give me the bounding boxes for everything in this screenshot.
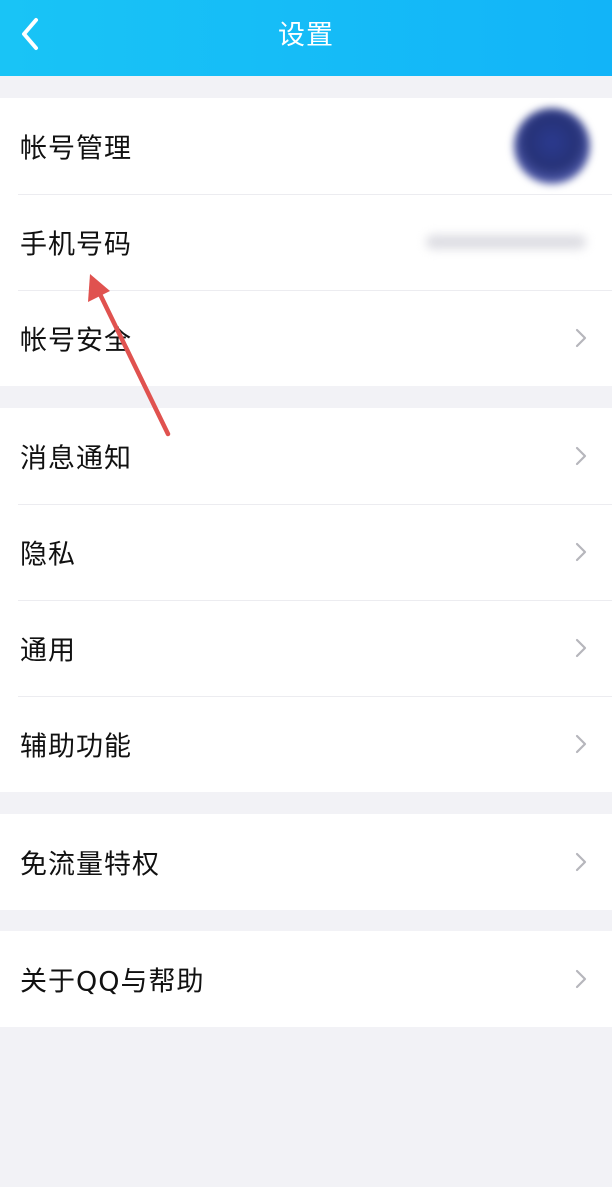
account-security-row[interactable]: 帐号安全 — [0, 290, 612, 386]
general-row[interactable]: 通用 — [0, 600, 612, 696]
row-label: 辅助功能 — [20, 731, 132, 763]
row-label: 免流量特权 — [20, 849, 160, 881]
phone-number-value-blurred — [426, 235, 586, 249]
row-label: 关于QQ与帮助 — [20, 966, 205, 998]
row-label: 帐号管理 — [20, 133, 132, 165]
row-label: 帐号安全 — [20, 325, 132, 357]
title-bar: 设置 — [0, 0, 612, 76]
chevron-right-icon — [575, 638, 587, 658]
chevron-right-icon — [575, 734, 587, 754]
phone-number-row[interactable]: 手机号码 — [0, 194, 612, 290]
settings-group-about: 关于QQ与帮助 — [0, 931, 612, 1027]
settings-group-general: 消息通知 隐私 通用 辅助功能 — [0, 408, 612, 792]
page-title: 设置 — [278, 20, 334, 51]
privacy-row[interactable]: 隐私 — [0, 504, 612, 600]
row-label: 消息通知 — [20, 443, 132, 475]
account-management-row[interactable]: 帐号管理 — [0, 98, 612, 194]
accessibility-row[interactable]: 辅助功能 — [0, 696, 612, 792]
row-label: 通用 — [20, 635, 76, 667]
avatar — [514, 108, 590, 184]
row-label: 手机号码 — [20, 229, 132, 261]
notifications-row[interactable]: 消息通知 — [0, 408, 612, 504]
chevron-right-icon — [575, 446, 587, 466]
chevron-right-icon — [575, 852, 587, 872]
chevron-right-icon — [575, 969, 587, 989]
about-and-help-row[interactable]: 关于QQ与帮助 — [0, 931, 612, 1027]
free-data-privilege-row[interactable]: 免流量特权 — [0, 814, 612, 910]
chevron-right-icon — [575, 542, 587, 562]
settings-group-account: 帐号管理 手机号码 帐号安全 — [0, 98, 612, 386]
chevron-right-icon — [575, 328, 587, 348]
row-label: 隐私 — [20, 539, 76, 571]
settings-group-data-privilege: 免流量特权 — [0, 814, 612, 910]
